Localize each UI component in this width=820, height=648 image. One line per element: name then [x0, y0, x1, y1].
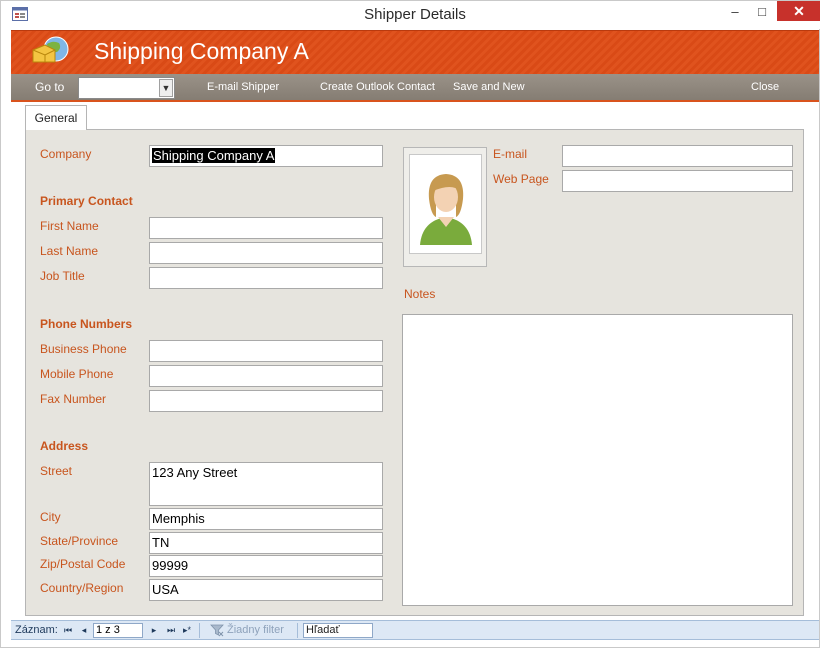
photo-placeholder [409, 154, 482, 254]
last-name-label: Last Name [40, 244, 99, 258]
country-region-field[interactable]: USA [149, 579, 383, 601]
form-header: Shipping Company A [11, 30, 819, 74]
tab-control: General Company Shipping Company A Prima… [11, 104, 819, 617]
title-bar[interactable]: Shipper Details – □ ✕ [1, 1, 820, 29]
email-label: E-mail [493, 147, 528, 161]
record-navigation-bar: Záznam: ⏮ ◂ 1 z 3 ▸ ⏭ ▸* Žiadny filter H… [11, 620, 819, 640]
create-outlook-contact-button[interactable]: Create Outlook Contact [320, 81, 435, 93]
goto-combo[interactable]: ▼ [78, 77, 175, 99]
previous-record-icon[interactable]: ◂ [78, 623, 90, 637]
first-name-label: First Name [40, 219, 99, 233]
filter-icon [210, 624, 224, 637]
chevron-down-icon[interactable]: ▼ [159, 79, 173, 97]
street-label: Street [40, 464, 73, 478]
fax-number-field[interactable] [149, 390, 383, 412]
save-and-new-button[interactable]: Save and New [453, 81, 525, 93]
first-name-field[interactable] [149, 217, 383, 239]
business-phone-label: Business Phone [40, 342, 127, 356]
phone-numbers-heading: Phone Numbers [40, 317, 133, 331]
zip-postal-code-field[interactable]: 99999 [149, 555, 383, 577]
job-title-label: Job Title [40, 269, 85, 283]
company-field[interactable]: Shipping Company A [149, 145, 383, 167]
business-phone-field[interactable] [149, 340, 383, 362]
email-shipper-button[interactable]: E-mail Shipper [207, 81, 279, 93]
maximize-button[interactable]: □ [749, 1, 775, 21]
company-value: Shipping Company A [152, 148, 276, 163]
no-filter-button[interactable]: Žiadny filter [227, 624, 284, 636]
primary-contact-heading: Primary Contact [40, 194, 133, 208]
notes-label: Notes [404, 287, 436, 301]
status-divider [297, 623, 298, 638]
record-label: Záznam: [15, 624, 58, 636]
tab-general[interactable]: General [25, 105, 87, 130]
last-name-field[interactable] [149, 242, 383, 264]
notes-field[interactable] [402, 314, 793, 606]
company-label: Company [40, 147, 92, 161]
status-divider [199, 623, 200, 638]
street-field[interactable]: 123 Any Street [149, 462, 383, 506]
goto-label: Go to [35, 80, 65, 94]
state-province-field[interactable]: TN [149, 532, 383, 554]
city-label: City [40, 510, 61, 524]
window-title: Shipper Details [364, 6, 466, 23]
general-panel: Company Shipping Company A Primary Conta… [25, 129, 804, 616]
close-form-button[interactable]: Close [751, 81, 779, 93]
address-heading: Address [40, 439, 89, 453]
person-avatar-icon [420, 174, 472, 245]
mobile-phone-label: Mobile Phone [40, 367, 114, 381]
email-field[interactable] [562, 145, 793, 167]
shipper-name-title: Shipping Company A [94, 38, 309, 64]
fax-number-label: Fax Number [40, 392, 107, 406]
city-field[interactable]: Memphis [149, 508, 383, 530]
close-window-button[interactable]: ✕ [777, 1, 820, 21]
form-toolbar: Go to ▼ E-mail Shipper Create Outlook Co… [11, 74, 819, 102]
new-record-icon[interactable]: ▸* [181, 623, 193, 637]
country-region-label: Country/Region [40, 581, 124, 595]
web-page-field[interactable] [562, 170, 793, 192]
first-record-icon[interactable]: ⏮ [62, 623, 74, 637]
record-position-input[interactable]: 1 z 3 [93, 623, 143, 638]
next-record-icon[interactable]: ▸ [148, 623, 160, 637]
shipper-details-window: Shipper Details – □ ✕ Shipping Company A… [0, 0, 820, 648]
shipper-logo-icon [32, 36, 69, 63]
search-input[interactable]: Hľadať [303, 623, 373, 638]
zip-postal-code-label: Zip/Postal Code [40, 557, 126, 571]
last-record-icon[interactable]: ⏭ [165, 623, 177, 637]
state-province-label: State/Province [40, 534, 119, 548]
contact-photo[interactable] [403, 147, 487, 267]
job-title-field[interactable] [149, 267, 383, 289]
minimize-button[interactable]: – [722, 1, 748, 21]
web-page-label: Web Page [493, 172, 549, 186]
mobile-phone-field[interactable] [149, 365, 383, 387]
